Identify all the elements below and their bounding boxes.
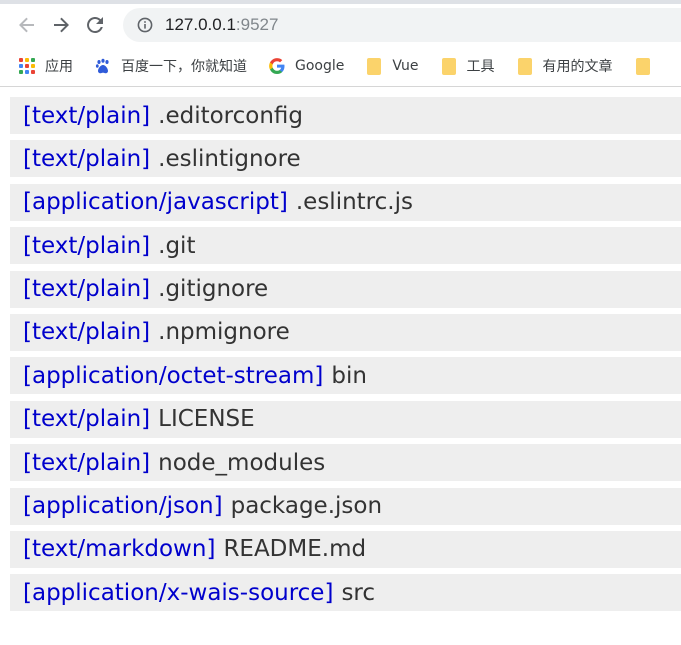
list-item[interactable]: [text/plain] .git: [10, 227, 681, 265]
bookmark-label: Google: [295, 58, 345, 74]
file-name: .gitignore: [158, 276, 269, 303]
apps-grid-icon: [19, 57, 35, 75]
mime-type-link[interactable]: [text/plain]: [23, 146, 150, 172]
bookmark-baidu[interactable]: 百度一下，你就知道: [95, 56, 247, 76]
file-name: .editorconfig: [158, 102, 304, 129]
bookmark-folder-articles[interactable]: 有用的文章: [517, 56, 613, 76]
bookmark-label: 百度一下，你就知道: [121, 59, 247, 75]
google-g-icon: [269, 57, 285, 75]
bookmark-folder-vue[interactable]: Vue: [366, 57, 419, 75]
file-name: README.md: [223, 536, 367, 563]
folder-icon: [635, 57, 651, 75]
folder-icon: [517, 57, 533, 75]
mime-type-link[interactable]: [text/plain]: [23, 276, 150, 302]
bookmark-label: 工具: [466, 59, 495, 75]
file-name: .npmignore: [158, 319, 290, 346]
mime-type-link[interactable]: [text/plain]: [23, 406, 150, 432]
list-item[interactable]: [text/plain] node_modules: [10, 444, 681, 482]
bookmark-label: Vue: [392, 58, 419, 74]
file-name: src: [341, 579, 376, 606]
mime-type-link[interactable]: [application/x-wais-source]: [23, 580, 333, 606]
folder-icon: [441, 57, 457, 75]
bookmark-label: 应用: [45, 59, 73, 75]
address-bar[interactable]: 127.0.0.1:9527: [123, 8, 681, 42]
file-name: .eslintignore: [158, 145, 301, 172]
mime-type-link[interactable]: [text/markdown]: [23, 536, 215, 562]
list-item[interactable]: [text/plain] LICENSE: [10, 400, 681, 438]
mime-type-link[interactable]: [application/json]: [23, 493, 223, 519]
file-name: node_modules: [158, 449, 326, 476]
file-name: LICENSE: [158, 406, 255, 433]
back-button[interactable]: [13, 11, 41, 39]
file-list: [text/plain] .editorconfig [text/plain] .e…: [10, 97, 681, 612]
url-port: :9527: [235, 15, 279, 34]
url-text[interactable]: 127.0.0.1:9527: [165, 15, 278, 35]
baidu-paw-icon: [95, 57, 111, 75]
arrow-right-icon: [54, 17, 69, 33]
mime-type-link[interactable]: [text/plain]: [23, 233, 150, 259]
file-name: package.json: [230, 493, 383, 520]
file-name: bin: [331, 362, 367, 389]
bookmark-overflow[interactable]: [635, 57, 661, 75]
list-item[interactable]: [text/plain] .eslintignore: [10, 140, 681, 178]
list-item[interactable]: [application/json] package.json: [10, 487, 681, 525]
bookmark-google[interactable]: Google: [269, 57, 344, 75]
arrow-left-icon: [19, 17, 34, 33]
mime-type-link[interactable]: [text/plain]: [23, 319, 150, 345]
bookmark-folder-tools[interactable]: 工具: [441, 56, 495, 76]
reload-icon: [87, 16, 103, 33]
mime-type-link[interactable]: [text/plain]: [23, 103, 150, 129]
reload-button[interactable]: [81, 11, 109, 39]
folder-icon: [366, 57, 382, 75]
bookmarks-bar: 应用 百度一下，你就知道 Google Vue 工具 有用的文章: [0, 46, 681, 87]
browser-toolbar: 127.0.0.1:9527: [0, 4, 681, 46]
info-icon[interactable]: [137, 17, 153, 33]
mime-type-link[interactable]: [application/javascript]: [23, 189, 288, 215]
list-item[interactable]: [text/markdown] README.md: [10, 530, 681, 568]
list-item[interactable]: [application/octet-stream] bin: [10, 357, 681, 395]
bookmark-label: 有用的文章: [542, 59, 613, 75]
list-item[interactable]: [application/javascript] .eslintrc.js: [10, 183, 681, 221]
mime-type-link[interactable]: [text/plain]: [23, 450, 150, 476]
list-item[interactable]: [text/plain] .gitignore: [10, 270, 681, 308]
url-host: 127.0.0.1: [165, 15, 236, 34]
forward-button[interactable]: [47, 11, 75, 39]
list-item[interactable]: [application/x-wais-source] src: [10, 574, 681, 612]
list-item[interactable]: [text/plain] .editorconfig: [10, 97, 681, 134]
mime-type-link[interactable]: [application/octet-stream]: [23, 363, 323, 389]
file-name: .git: [158, 232, 196, 259]
file-name: .eslintrc.js: [295, 189, 413, 216]
bookmark-apps[interactable]: 应用: [19, 56, 73, 76]
list-item[interactable]: [text/plain] .npmignore: [10, 313, 681, 351]
